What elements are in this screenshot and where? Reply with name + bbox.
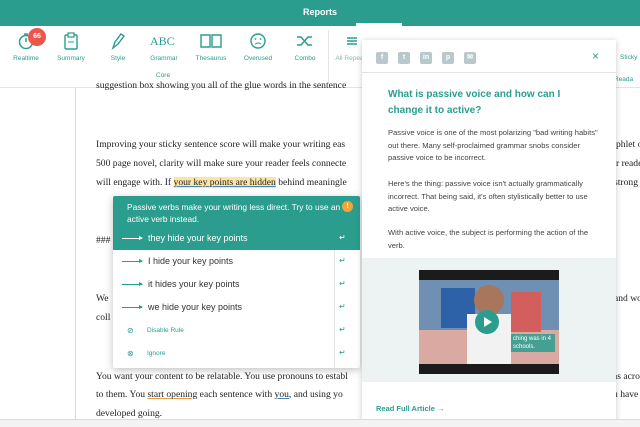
video-caption: ching was in 4 schools.: [511, 334, 555, 352]
tool-grammar[interactable]: ABC Grammar: [138, 30, 190, 62]
email-icon[interactable]: ✉: [464, 52, 476, 64]
suggestion-text: they hide your key points: [148, 233, 248, 243]
arrow-right-icon: [122, 259, 143, 263]
reports-title[interactable]: Reports: [0, 7, 640, 17]
suggestion-popup: Passive verbs make your writing less dir…: [113, 196, 360, 368]
eye-off-icon: ⊘: [127, 326, 134, 335]
tool-summary[interactable]: Summary: [45, 30, 97, 62]
facebook-icon[interactable]: f: [376, 52, 388, 64]
tool-label-readability[interactable]: Reada: [614, 76, 633, 83]
tool-label: Combo: [294, 55, 316, 62]
tool-label-sticky[interactable]: Sticky: [620, 54, 637, 61]
return-icon: ↵: [339, 302, 346, 311]
book-icon: [185, 30, 237, 52]
pen-icon: [92, 30, 144, 52]
shuffle-icon: [279, 30, 331, 52]
doc-text: to them. You: [96, 389, 148, 400]
article-title: What is passive voice and how can I chan…: [388, 89, 561, 116]
doc-line: ###: [96, 235, 111, 246]
arrow-right-icon: [122, 305, 143, 309]
twitter-icon[interactable]: t: [398, 52, 410, 64]
tool-label: Summary: [57, 55, 85, 62]
doc-line: to them. You start opening each sentence…: [96, 389, 343, 400]
suggestion-option[interactable]: we hide your key points ↵: [113, 297, 360, 319]
tool-label: Thesaurus: [195, 55, 227, 62]
linkedin-icon[interactable]: in: [420, 52, 432, 64]
doc-line-right: strong: [614, 177, 638, 188]
doc-line: will engage with. If your key points are…: [96, 177, 347, 188]
svg-text:ABC: ABC: [150, 34, 175, 48]
doc-line: We: [96, 293, 109, 304]
return-icon: ↵: [339, 256, 346, 265]
close-icon[interactable]: ×: [592, 49, 599, 63]
tool-thesaurus[interactable]: Thesaurus: [185, 30, 237, 62]
doc-line: coll: [96, 312, 111, 323]
article-sidebar: f t in p ✉ × What is passive voice and h…: [362, 40, 616, 424]
pinterest-icon[interactable]: p: [442, 52, 454, 64]
doc-line: developed going.: [96, 408, 163, 419]
return-icon: ↵: [339, 325, 346, 334]
tool-label: Grammar: [150, 55, 178, 62]
read-full-article-link[interactable]: Read Full Article →: [376, 404, 445, 413]
doc-line-right: as acro: [613, 371, 640, 382]
doc-line: suggestion box showing you all of the gl…: [96, 80, 347, 91]
suggestion-text: we hide your key points: [148, 302, 243, 312]
doc-text: will engage with. If: [96, 177, 174, 188]
disable-rule-button[interactable]: ⊘ Disable Rule ↵: [113, 320, 360, 342]
arrow-right-icon: [122, 282, 143, 286]
arrow-right-icon: [122, 236, 143, 240]
doc-line: You want your content to be relatable. Y…: [96, 371, 348, 382]
doc-line-right: r reade: [616, 158, 640, 169]
sidebar-divider: [362, 72, 616, 73]
doc-line-right: phlet o: [616, 139, 640, 150]
return-icon: ↵: [339, 348, 346, 357]
doc-line: 500 page novel, clarity will make sure y…: [96, 158, 347, 169]
article-paragraph: Passive voice is one of the most polariz…: [388, 128, 598, 162]
cancel-circle-icon: ⊗: [127, 349, 134, 358]
tool-combo[interactable]: Combo: [279, 30, 331, 62]
core-group-label: Core: [156, 72, 171, 79]
return-icon: ↵: [339, 279, 346, 288]
tool-style[interactable]: Style: [92, 30, 144, 62]
tool-label: Overused: [243, 55, 273, 62]
suggestion-option[interactable]: they hide your key points ↵: [113, 228, 360, 250]
abc-check-icon: ABC: [138, 30, 190, 52]
face-icon: [232, 30, 284, 52]
suggestion-option[interactable]: it hides your key points ↵: [113, 274, 360, 296]
tool-label: Style: [110, 55, 126, 62]
article-paragraph: With active voice, the subject is perfor…: [388, 228, 589, 250]
doc-text: behind meaningle: [275, 177, 347, 188]
doc-line-right: and wo: [614, 293, 640, 304]
return-icon: ↵: [339, 233, 346, 242]
video-player[interactable]: ching was in 4 schools.: [419, 270, 559, 374]
realtime-badge: 66: [28, 28, 46, 46]
clipboard-icon: [45, 30, 97, 52]
highlighted-passive-phrase[interactable]: your key points are hidden: [173, 177, 276, 188]
doc-text: , and using yo: [288, 389, 343, 400]
play-icon[interactable]: [475, 310, 499, 334]
suggestion-message: Passive verbs make your writing less dir…: [113, 196, 360, 228]
flagged-word[interactable]: you: [275, 389, 289, 400]
doc-text: each sentence with: [197, 389, 275, 400]
ignore-button[interactable]: ⊗ Ignore ↵: [113, 343, 360, 365]
suggestion-option[interactable]: I hide your key points ↵: [113, 251, 360, 273]
doc-line-right: u have: [613, 389, 639, 400]
doc-line: Improving your sticky sentence score wil…: [96, 139, 346, 150]
info-icon[interactable]: !: [342, 201, 353, 212]
bottom-status-bar: [0, 419, 640, 427]
top-bar: Reports: [0, 0, 640, 26]
video-section: ching was in 4 schools.: [362, 258, 616, 382]
suggestion-text: it hides your key points: [148, 279, 240, 289]
suggestion-text: I hide your key points: [148, 256, 234, 266]
article-paragraph: Here's the thing: passive voice isn't ac…: [388, 179, 588, 213]
flagged-phrase[interactable]: start opening: [147, 389, 197, 400]
disable-rule-label: Disable Rule: [147, 327, 184, 334]
ignore-label: Ignore: [147, 350, 166, 357]
tool-overused[interactable]: Overused: [232, 30, 284, 62]
